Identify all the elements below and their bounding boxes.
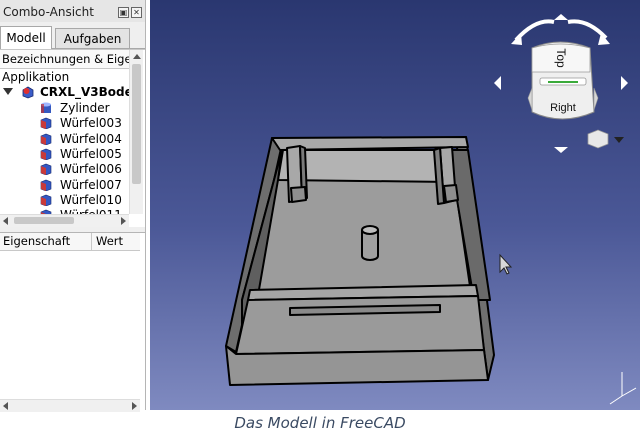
combo-view-panel: Combo-Ansicht ▣ ✕ Modell Aufgaben Bezeic… (0, 0, 146, 412)
tree-item[interactable]: Würfel003 (40, 116, 132, 131)
nav-arrow-left-icon (494, 76, 501, 90)
navigation-cube[interactable]: Top Right (494, 14, 628, 153)
tab-tasks[interactable]: Aufgaben (55, 28, 130, 48)
nav-menu-arrow-icon (614, 137, 624, 143)
model-shape[interactable] (225, 136, 495, 386)
tree-item-label: Würfel005 (60, 146, 122, 161)
scroll-right-icon[interactable] (121, 217, 126, 225)
nav-right-label[interactable]: Right (550, 102, 576, 114)
combo-view-title: Combo-Ansicht (3, 5, 94, 19)
tree-application-label: Applikation (2, 70, 70, 84)
axis-cross-icon (609, 372, 637, 405)
tree-item[interactable]: Zylinder (40, 101, 132, 116)
tab-model[interactable]: Modell (0, 26, 52, 49)
mouse-cursor (499, 253, 513, 275)
tree-item-label: Würfel007 (60, 177, 122, 192)
property-column-label[interactable]: Eigenschaft (3, 233, 70, 250)
tree-item-label: Würfel006 (60, 162, 122, 177)
scroll-left-icon[interactable] (3, 217, 8, 225)
cylinder-icon (41, 102, 51, 113)
document-icon (22, 86, 34, 99)
property-header: Eigenschaft Wert (0, 233, 140, 251)
nav-arrow-up-icon (554, 14, 568, 20)
tree-item-label: Zylinder (60, 101, 110, 115)
expand-arrow-icon[interactable] (3, 88, 13, 95)
scroll-right-icon[interactable] (132, 402, 137, 410)
3d-view[interactable]: Top Right (150, 0, 640, 410)
cube-icon (40, 133, 52, 145)
property-view: Eigenschaft Wert (0, 232, 145, 412)
column-divider[interactable] (91, 233, 92, 250)
model-front-wall (235, 295, 485, 355)
model-tree: Bezeichnungen & Eigenschaften Applikatio… (0, 49, 145, 227)
combo-view-tabs: Modell Aufgaben (0, 26, 145, 49)
tree-item[interactable]: Würfel005 (40, 147, 132, 162)
tree-item-label: Würfel003 (60, 116, 122, 131)
tree-item[interactable]: Würfel006 (40, 162, 132, 177)
cube-icon (40, 194, 52, 206)
cube-icon (40, 148, 52, 160)
scroll-thumb[interactable] (14, 217, 74, 224)
nav-arrow-right-icon (621, 76, 628, 90)
nav-rotate-left-icon (514, 19, 555, 42)
tree-item-label: Würfel010 (60, 192, 122, 207)
nav-mini-cube-icon (587, 129, 609, 149)
scroll-up-icon[interactable] (133, 54, 141, 59)
nav-top-label[interactable]: Top (554, 48, 568, 68)
cube-icon (40, 117, 52, 130)
document-label: CRXL_V3Boden (40, 85, 131, 99)
tree-document-node[interactable]: CRXL_V3Boden (3, 85, 131, 100)
freecad-window: Combo-Ansicht ▣ ✕ Modell Aufgaben Bezeic… (0, 0, 640, 412)
undock-icon[interactable]: ▣ (118, 7, 129, 18)
scroll-thumb[interactable] (132, 64, 141, 184)
tree-item[interactable]: Würfel010 (40, 193, 132, 208)
figure-caption: Das Modell in FreeCAD (234, 414, 406, 432)
scroll-left-icon[interactable] (3, 402, 8, 410)
tree-vertical-scrollbar[interactable] (129, 50, 143, 214)
tree-column-header[interactable]: Bezeichnungen & Eigenschaften (0, 50, 130, 69)
combo-view-titlebar: Combo-Ansicht ▣ ✕ (0, 0, 145, 22)
close-icon[interactable]: ✕ (131, 7, 142, 18)
cube-icon (40, 163, 52, 176)
tree-item[interactable]: Würfel004 (40, 132, 132, 147)
cube-icon (40, 179, 52, 191)
tree-item[interactable]: Würfel007 (40, 178, 132, 193)
tree-horizontal-scrollbar[interactable] (0, 214, 129, 227)
nav-arrow-down-icon (554, 147, 568, 153)
nav-rotate-right-icon (567, 19, 608, 40)
tree-item-label: Würfel004 (60, 131, 122, 146)
value-column-label[interactable]: Wert (96, 233, 123, 250)
